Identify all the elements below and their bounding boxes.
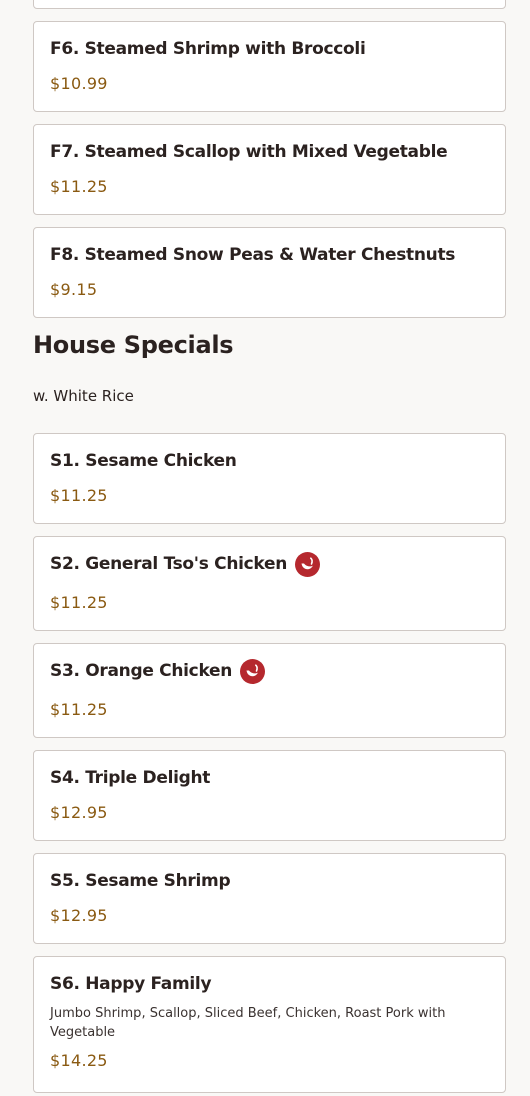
menu-item-card[interactable]: F8. Steamed Snow Peas & Water Chestnuts … bbox=[33, 227, 506, 318]
menu-item-card[interactable]: F6. Steamed Shrimp with Broccoli $10.99 bbox=[33, 21, 506, 112]
menu-item-title: S3. Orange Chicken bbox=[50, 661, 233, 681]
menu-item-card-partial[interactable] bbox=[33, 0, 506, 9]
menu-item-title-row: S2. General Tso's Chicken bbox=[50, 551, 489, 577]
menu-item-title: S4. Triple Delight bbox=[50, 768, 211, 788]
menu-item-title: S5. Sesame Shrimp bbox=[50, 871, 231, 891]
menu-item-card[interactable]: S6. Happy Family Jumbo Shrimp, Scallop, … bbox=[33, 956, 506, 1093]
menu-item-price: $11.25 bbox=[50, 177, 108, 196]
section-heading: House Specials bbox=[33, 331, 234, 359]
menu-item-card[interactable]: S4. Triple Delight $12.95 bbox=[33, 750, 506, 841]
menu-item-title: S1. Sesame Chicken bbox=[50, 451, 237, 471]
menu-item-price: $10.99 bbox=[50, 74, 108, 93]
section-subtitle: w. White Rice bbox=[33, 387, 134, 405]
menu-item-price: $9.15 bbox=[50, 280, 98, 299]
chili-pepper-icon bbox=[240, 658, 266, 684]
menu-item-title: S6. Happy Family bbox=[50, 974, 212, 994]
menu-page: F6. Steamed Shrimp with Broccoli $10.99 … bbox=[0, 0, 530, 1096]
menu-item-title: F7. Steamed Scallop with Mixed Vegetable bbox=[50, 142, 448, 162]
menu-item-card[interactable]: S1. Sesame Chicken $11.25 bbox=[33, 433, 506, 524]
menu-item-description: Jumbo Shrimp, Scallop, Sliced Beef, Chic… bbox=[50, 1006, 446, 1040]
menu-item-card[interactable]: S5. Sesame Shrimp $12.95 bbox=[33, 853, 506, 944]
menu-item-price: $11.25 bbox=[50, 700, 108, 719]
menu-item-price: $12.95 bbox=[50, 803, 108, 822]
menu-item-price: $12.95 bbox=[50, 906, 108, 925]
chili-pepper-icon bbox=[295, 551, 321, 577]
menu-item-title: F8. Steamed Snow Peas & Water Chestnuts bbox=[50, 245, 456, 265]
menu-item-card[interactable]: S2. General Tso's Chicken $11.25 bbox=[33, 536, 506, 631]
menu-item-price: $11.25 bbox=[50, 486, 108, 505]
menu-item-title-row: S3. Orange Chicken bbox=[50, 658, 489, 684]
menu-item-title: S2. General Tso's Chicken bbox=[50, 554, 288, 574]
menu-item-card[interactable]: S3. Orange Chicken $11.25 bbox=[33, 643, 506, 738]
menu-item-price: $11.25 bbox=[50, 593, 108, 612]
menu-item-price: $14.25 bbox=[50, 1051, 108, 1070]
menu-item-title: F6. Steamed Shrimp with Broccoli bbox=[50, 39, 366, 59]
menu-item-card[interactable]: F7. Steamed Scallop with Mixed Vegetable… bbox=[33, 124, 506, 215]
